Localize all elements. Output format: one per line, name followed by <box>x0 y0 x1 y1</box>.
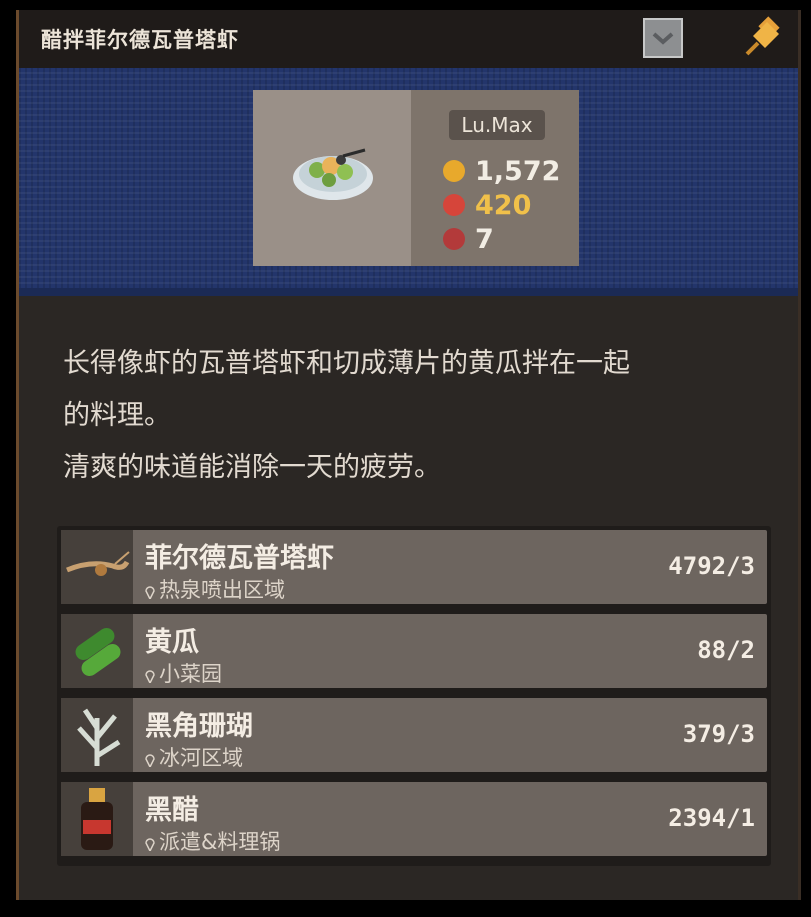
ingredient-item[interactable]: 黑角珊瑚 冰河区域 379/3 <box>61 698 767 772</box>
pin-icon <box>745 16 780 56</box>
collapse-button[interactable] <box>643 18 683 58</box>
ingredient-name: 菲尔德瓦普塔虾 <box>145 543 334 574</box>
stat-value: 1,572 <box>475 155 561 187</box>
dish-card: Lu.Max 1,572 420 7 <box>253 90 579 266</box>
ingredient-location: 派遣&料理锅 <box>145 826 280 856</box>
title-bar: 醋拌菲尔德瓦普塔虾 <box>19 10 798 68</box>
ingredient-location: 热泉喷出区域 <box>145 574 285 604</box>
description-line: 清爽的味道能消除一天的疲劳。 <box>63 452 441 483</box>
recipe-title: 醋拌菲尔德瓦普塔虾 <box>41 28 239 52</box>
stat-value: 7 <box>475 223 494 255</box>
gold-coin-icon <box>443 160 465 182</box>
chevron-down-icon <box>652 32 674 45</box>
ingredient-item[interactable]: 黄瓜 小菜园 88/2 <box>61 614 767 688</box>
vinegar-bottle-icon <box>61 782 133 856</box>
dish-banner: Lu.Max 1,572 420 7 <box>19 68 798 296</box>
stat-row: 420 <box>443 189 532 221</box>
location-pin-icon <box>145 586 155 599</box>
ingredient-name: 黄瓜 <box>145 627 199 658</box>
location-pin-icon <box>145 754 155 767</box>
recipe-panel: 醋拌菲尔德瓦普塔虾 Lu.Max 1,572 420 7 长得像虾的瓦普塔虾和切… <box>16 10 801 900</box>
food-bowl-icon <box>443 228 465 250</box>
pin-button[interactable] <box>741 14 787 60</box>
coral-icon <box>61 698 133 772</box>
ingredient-location: 冰河区域 <box>145 742 243 772</box>
cucumber-icon <box>61 614 133 688</box>
stat-row: 1,572 <box>443 155 561 187</box>
ingredient-count: 88/2 <box>697 636 755 664</box>
recipe-description: 长得像虾的瓦普塔虾和切成薄片的黄瓜拌在一起 的料理。 清爽的味道能消除一天的疲劳… <box>63 338 783 494</box>
cooking-pot-icon <box>443 194 465 216</box>
level-badge: Lu.Max <box>449 110 545 140</box>
ingredient-name: 黑角珊瑚 <box>145 711 253 742</box>
ingredient-count: 4792/3 <box>668 552 755 580</box>
ingredient-item[interactable]: 菲尔德瓦普塔虾 热泉喷出区域 4792/3 <box>61 530 767 604</box>
ingredient-name: 黑醋 <box>145 795 199 826</box>
ingredient-item[interactable]: 黑醋 派遣&料理锅 2394/1 <box>61 782 767 856</box>
location-pin-icon <box>145 838 155 851</box>
stat-value: 420 <box>475 189 532 221</box>
description-line: 长得像虾的瓦普塔虾和切成薄片的黄瓜拌在一起 <box>63 348 630 379</box>
stat-row: 7 <box>443 223 494 255</box>
ingredient-list: 菲尔德瓦普塔虾 热泉喷出区域 4792/3 黄瓜 小菜园 88/2 黑角珊瑚 冰河区域 379/… <box>57 526 771 866</box>
ingredient-location: 小菜园 <box>145 658 222 688</box>
ingredient-count: 2394/1 <box>668 804 755 832</box>
description-line: 的料理。 <box>63 400 171 431</box>
location-pin-icon <box>145 670 155 683</box>
dish-image-box <box>253 90 411 266</box>
salad-dish-icon <box>293 148 373 200</box>
shrimp-icon <box>61 530 133 604</box>
ingredient-count: 379/3 <box>682 720 755 748</box>
